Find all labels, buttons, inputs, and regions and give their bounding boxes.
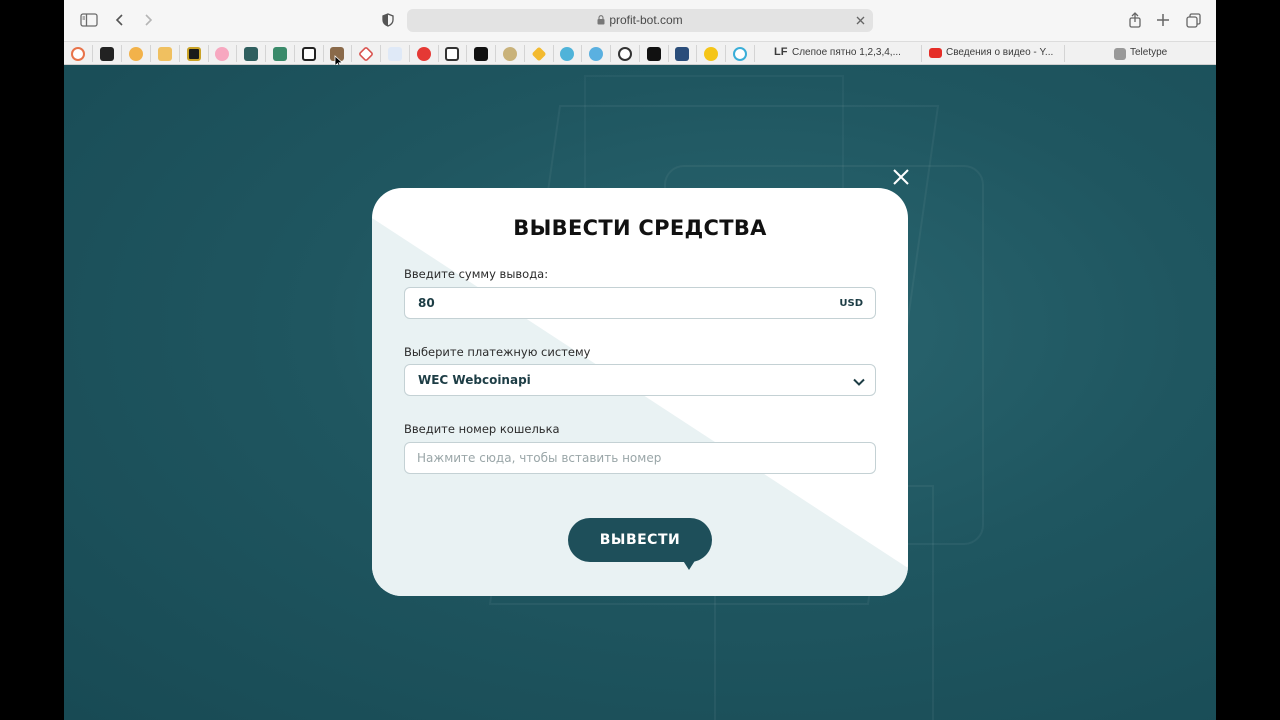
bookmark-navy-icon[interactable] <box>675 47 689 61</box>
payment-system-label: Выберите платежную систему <box>404 345 591 359</box>
payment-system-select[interactable]: WEC Webcoinapi <box>404 364 876 396</box>
bookmark-binance-icon[interactable] <box>531 46 547 62</box>
bookmark-bc-icon[interactable] <box>445 47 459 61</box>
bookmark-eye-icon[interactable] <box>71 47 85 61</box>
modal-title: ВЫВЕСТИ СРЕДСТВА <box>513 216 767 240</box>
bookmark-pb-icon[interactable] <box>388 47 402 61</box>
lf-icon: LF <box>774 46 788 58</box>
withdraw-modal: ВЫВЕСТИ СРЕДСТВА Введите сумму вывода: 8… <box>372 188 908 596</box>
bookmark-g-icon[interactable] <box>704 47 718 61</box>
bookmark-diamond-icon[interactable] <box>187 47 201 61</box>
chevron-down-icon <box>852 374 866 388</box>
forward-icon[interactable] <box>135 8 161 32</box>
clear-url-icon[interactable] <box>852 12 868 28</box>
bookmark-black-icon[interactable] <box>474 47 488 61</box>
address-bar[interactable]: profit-bot.com <box>407 9 873 32</box>
bookmark-red-icon[interactable] <box>417 47 431 61</box>
teletype-icon <box>1114 48 1126 60</box>
bookmark-dark-icon[interactable] <box>100 47 114 61</box>
bookmark-c-icon[interactable] <box>302 47 316 61</box>
new-tab-icon[interactable] <box>1150 8 1176 32</box>
bookmark-flower-icon[interactable] <box>215 47 229 61</box>
youtube-icon <box>929 48 942 58</box>
bookmark-headphones-icon[interactable] <box>618 47 632 61</box>
bookmark-teal-icon[interactable] <box>244 47 258 61</box>
button-tail <box>682 559 696 570</box>
payment-system-value: WEC Webcoinapi <box>418 373 531 387</box>
wallet-label: Введите номер кошелька <box>404 422 560 436</box>
sidebar-toggle-icon[interactable] <box>76 8 102 32</box>
wallet-field <box>404 442 876 474</box>
url-text: profit-bot.com <box>609 13 683 27</box>
amount-value: 80 <box>418 296 435 310</box>
bookmark-blue-icon[interactable] <box>560 47 574 61</box>
close-modal-icon[interactable] <box>890 166 912 188</box>
bookmark-arc-icon[interactable] <box>647 47 661 61</box>
bookmark-cyan-icon[interactable] <box>733 47 747 61</box>
privacy-shield-icon[interactable] <box>375 8 401 32</box>
amount-label: Введите сумму вывода: <box>404 267 549 281</box>
bookmark-circle-icon[interactable] <box>589 47 603 61</box>
share-icon[interactable] <box>1122 8 1148 32</box>
bookmark-green-icon[interactable] <box>273 47 287 61</box>
lock-icon <box>597 14 605 28</box>
withdraw-button[interactable]: ВЫВЕСТИ <box>568 518 712 562</box>
amount-field[interactable]: 80 USD <box>404 287 876 319</box>
bookmark-orange-icon[interactable] <box>129 47 143 61</box>
currency-label: USD <box>839 298 863 309</box>
tab-overview-icon[interactable] <box>1180 8 1206 32</box>
wallet-input[interactable] <box>405 443 875 473</box>
bookmarks-bar: LF Слепое пятно 1,2,3,4,... Сведения о в… <box>64 41 1216 69</box>
bookmark-wave-icon[interactable] <box>158 47 172 61</box>
back-icon[interactable] <box>107 8 133 32</box>
bookmark-coin-icon[interactable] <box>503 47 517 61</box>
browser-window: profit-bot.com LF Слепое пятно 1,2,3,4,.… <box>64 0 1216 720</box>
browser-toolbar: profit-bot.com <box>64 0 1216 41</box>
bookmark-red-diamond-icon[interactable] <box>358 46 374 62</box>
